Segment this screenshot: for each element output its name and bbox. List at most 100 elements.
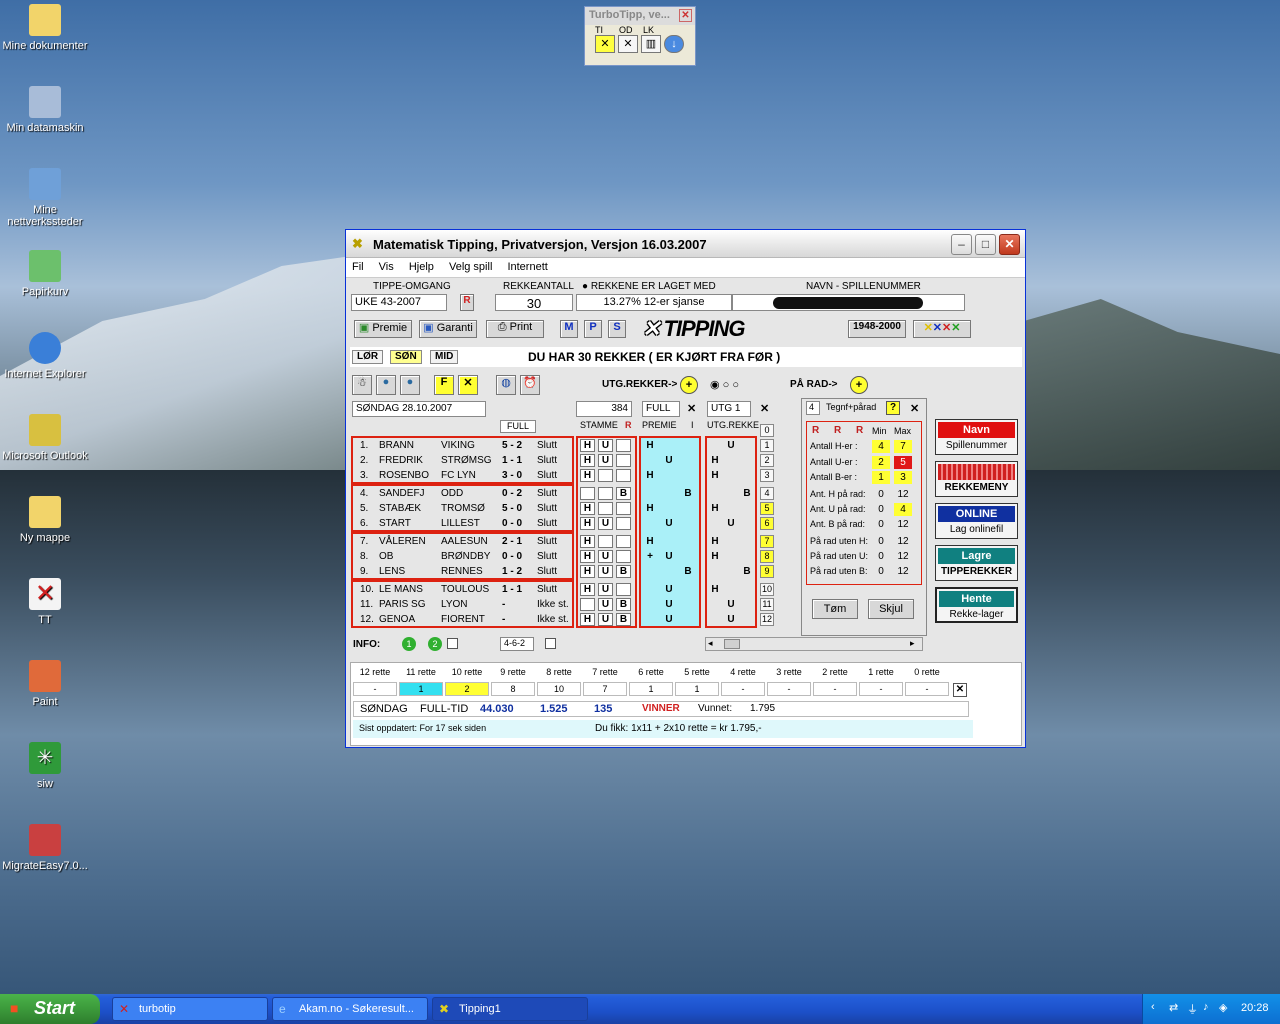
print-button[interactable]: ⎙ Print <box>486 320 544 338</box>
desktop-icon-tt[interactable]: ✕ TT <box>0 578 90 626</box>
tray-shield-icon[interactable]: ◈ <box>1219 1001 1227 1014</box>
stamme-cell[interactable]: U <box>598 583 613 596</box>
task-akam[interactable]: e Akam.no - Søkeresult... <box>272 997 428 1021</box>
close-button[interactable]: ✕ <box>999 234 1020 255</box>
task-turbotip[interactable]: ✕ turbotip <box>112 997 268 1021</box>
stamme-cell[interactable]: H <box>580 469 595 482</box>
stamme-cell[interactable] <box>598 535 613 548</box>
stamme-cell[interactable] <box>616 469 631 482</box>
ball-icon[interactable]: ● <box>376 375 396 395</box>
maximize-button[interactable]: □ <box>975 234 996 255</box>
stamme-cell[interactable] <box>616 502 631 515</box>
stat-min-value[interactable]: 1 <box>872 471 890 484</box>
stat-min-value[interactable]: 0 <box>872 535 890 548</box>
menu-hjelp[interactable]: Hjelp <box>409 261 434 273</box>
stamme-cell[interactable] <box>598 502 613 515</box>
stat-min-value[interactable]: 0 <box>872 518 890 531</box>
r-button[interactable]: R <box>460 294 474 311</box>
stamme-cell[interactable]: H <box>580 454 595 467</box>
add-pa-rad-icon[interactable]: + <box>850 376 868 394</box>
tray-network-icon[interactable]: ⇄ <box>1169 1001 1178 1014</box>
stat-r3-button[interactable]: R <box>856 425 863 436</box>
desktop-icon-siw[interactable]: ✳ siw <box>0 742 90 790</box>
tab-mid[interactable]: MID <box>430 350 459 364</box>
desktop-icon-papirkurv[interactable]: Papirkurv <box>0 250 90 298</box>
info-checkbox-1[interactable] <box>447 638 458 649</box>
stamme-cell[interactable] <box>580 598 595 611</box>
stamme-cell[interactable]: U <box>598 550 613 563</box>
lagre-side-button[interactable]: Lagre TIPPEREKKER <box>935 545 1018 581</box>
tray-expand-icon[interactable]: ‹ <box>1151 1001 1155 1013</box>
globe-icon[interactable]: ● <box>400 375 420 395</box>
person-icon[interactable]: ☃ <box>352 375 372 395</box>
stat-min-value[interactable]: 0 <box>872 488 890 501</box>
online-side-button[interactable]: ONLINE Lag onlinefil <box>935 503 1018 539</box>
navn-side-button[interactable]: Navn Spillenummer <box>935 419 1018 455</box>
years-button[interactable]: 1948-2000 <box>848 320 906 338</box>
stamme-cell[interactable]: H <box>580 517 595 530</box>
ti-x-icon[interactable]: ✕ <box>595 35 615 53</box>
stat-r2-button[interactable]: R <box>834 425 841 436</box>
stamme-cell[interactable]: H <box>580 583 595 596</box>
alarm-icon[interactable]: ⏰ <box>520 375 540 395</box>
close-utg-icon[interactable]: ✕ <box>760 402 769 415</box>
x-button[interactable]: ✕ <box>458 375 478 395</box>
menu-vis[interactable]: Vis <box>379 261 394 273</box>
stamme-cell[interactable] <box>580 487 595 500</box>
desktop-icon-outlook[interactable]: Microsoft Outlook <box>0 414 90 462</box>
garanti-button[interactable]: ▣ Garanti <box>419 320 477 338</box>
stamme-cell[interactable]: H <box>580 550 595 563</box>
stamme-cell[interactable]: H <box>580 439 595 452</box>
stamme-cell[interactable]: H <box>580 502 595 515</box>
tippe-omgang-field[interactable]: UKE 43-2007 <box>351 294 447 311</box>
minimize-button[interactable]: – <box>951 234 972 255</box>
stat-max-value[interactable]: 12 <box>894 488 912 501</box>
download-icon[interactable]: ↓ <box>664 35 684 53</box>
stat-min-value[interactable]: 0 <box>872 503 890 516</box>
stat-max-value[interactable]: 12 <box>894 550 912 563</box>
desktop-icon-internet-explorer[interactable]: Internet Explorer <box>0 332 90 380</box>
stamme-cell[interactable]: U <box>598 613 613 626</box>
help-icon[interactable]: ? <box>886 401 900 415</box>
close-icon[interactable]: ✕ <box>679 9 692 22</box>
f-button[interactable]: F <box>434 375 454 395</box>
close-full-icon[interactable]: ✕ <box>687 402 696 415</box>
stamme-cell[interactable] <box>616 583 631 596</box>
stamme-cell[interactable]: H <box>580 613 595 626</box>
od-x-icon[interactable]: ✕ <box>618 35 638 53</box>
info-checkbox-2[interactable] <box>545 638 556 649</box>
desktop-icon-nettverkssteder[interactable]: Mine nettverkssteder <box>0 168 90 228</box>
world-icon[interactable]: ◍ <box>496 375 516 395</box>
stat-r1-button[interactable]: R <box>812 425 819 436</box>
horizontal-scrollbar[interactable]: ◂ ▸ <box>705 637 923 651</box>
tom-button[interactable]: Tøm <box>812 599 858 619</box>
radio-group[interactable]: ◉ ○ ○ <box>710 378 739 391</box>
close-stats-icon[interactable]: ✕ <box>910 402 919 415</box>
stamme-cell[interactable]: B <box>616 487 631 500</box>
info-1-icon[interactable]: 1 <box>402 637 416 651</box>
stamme-cell[interactable]: H <box>580 535 595 548</box>
stat-max-value[interactable]: 7 <box>894 440 912 453</box>
stat-min-value[interactable]: 2 <box>872 456 890 469</box>
desktop-icon-ny-mappe[interactable]: Ny mappe <box>0 496 90 544</box>
menu-velg-spill[interactable]: Velg spill <box>449 261 492 273</box>
desktop-icon-min-datamaskin[interactable]: Min datamaskin <box>0 86 90 134</box>
stat-min-value[interactable]: 0 <box>872 550 890 563</box>
tray-volume-icon[interactable]: ♪ <box>1203 1001 1209 1013</box>
stamme-cell[interactable]: U <box>598 517 613 530</box>
stamme-cell[interactable]: U <box>598 565 613 578</box>
start-button[interactable]: ■ Start <box>0 994 100 1024</box>
task-tipping1[interactable]: ✖ Tipping1 <box>432 997 588 1021</box>
premie-button[interactable]: ▣ Premie <box>354 320 412 338</box>
scroll-left-icon[interactable]: ◂ <box>708 638 713 649</box>
skjul-button[interactable]: Skjul <box>868 599 914 619</box>
stamme-cell[interactable] <box>616 550 631 563</box>
stamme-cell[interactable] <box>598 469 613 482</box>
stamme-cell[interactable]: B <box>616 613 631 626</box>
desktop-icon-mine-dokumenter[interactable]: Mine dokumenter <box>0 4 90 52</box>
stamme-cell[interactable]: U <box>598 598 613 611</box>
menu-fil[interactable]: Fil <box>352 261 364 273</box>
stat-min-value[interactable]: 0 <box>872 565 890 578</box>
s-button[interactable]: S <box>608 320 626 338</box>
tegn-field[interactable]: 4 <box>806 401 820 415</box>
